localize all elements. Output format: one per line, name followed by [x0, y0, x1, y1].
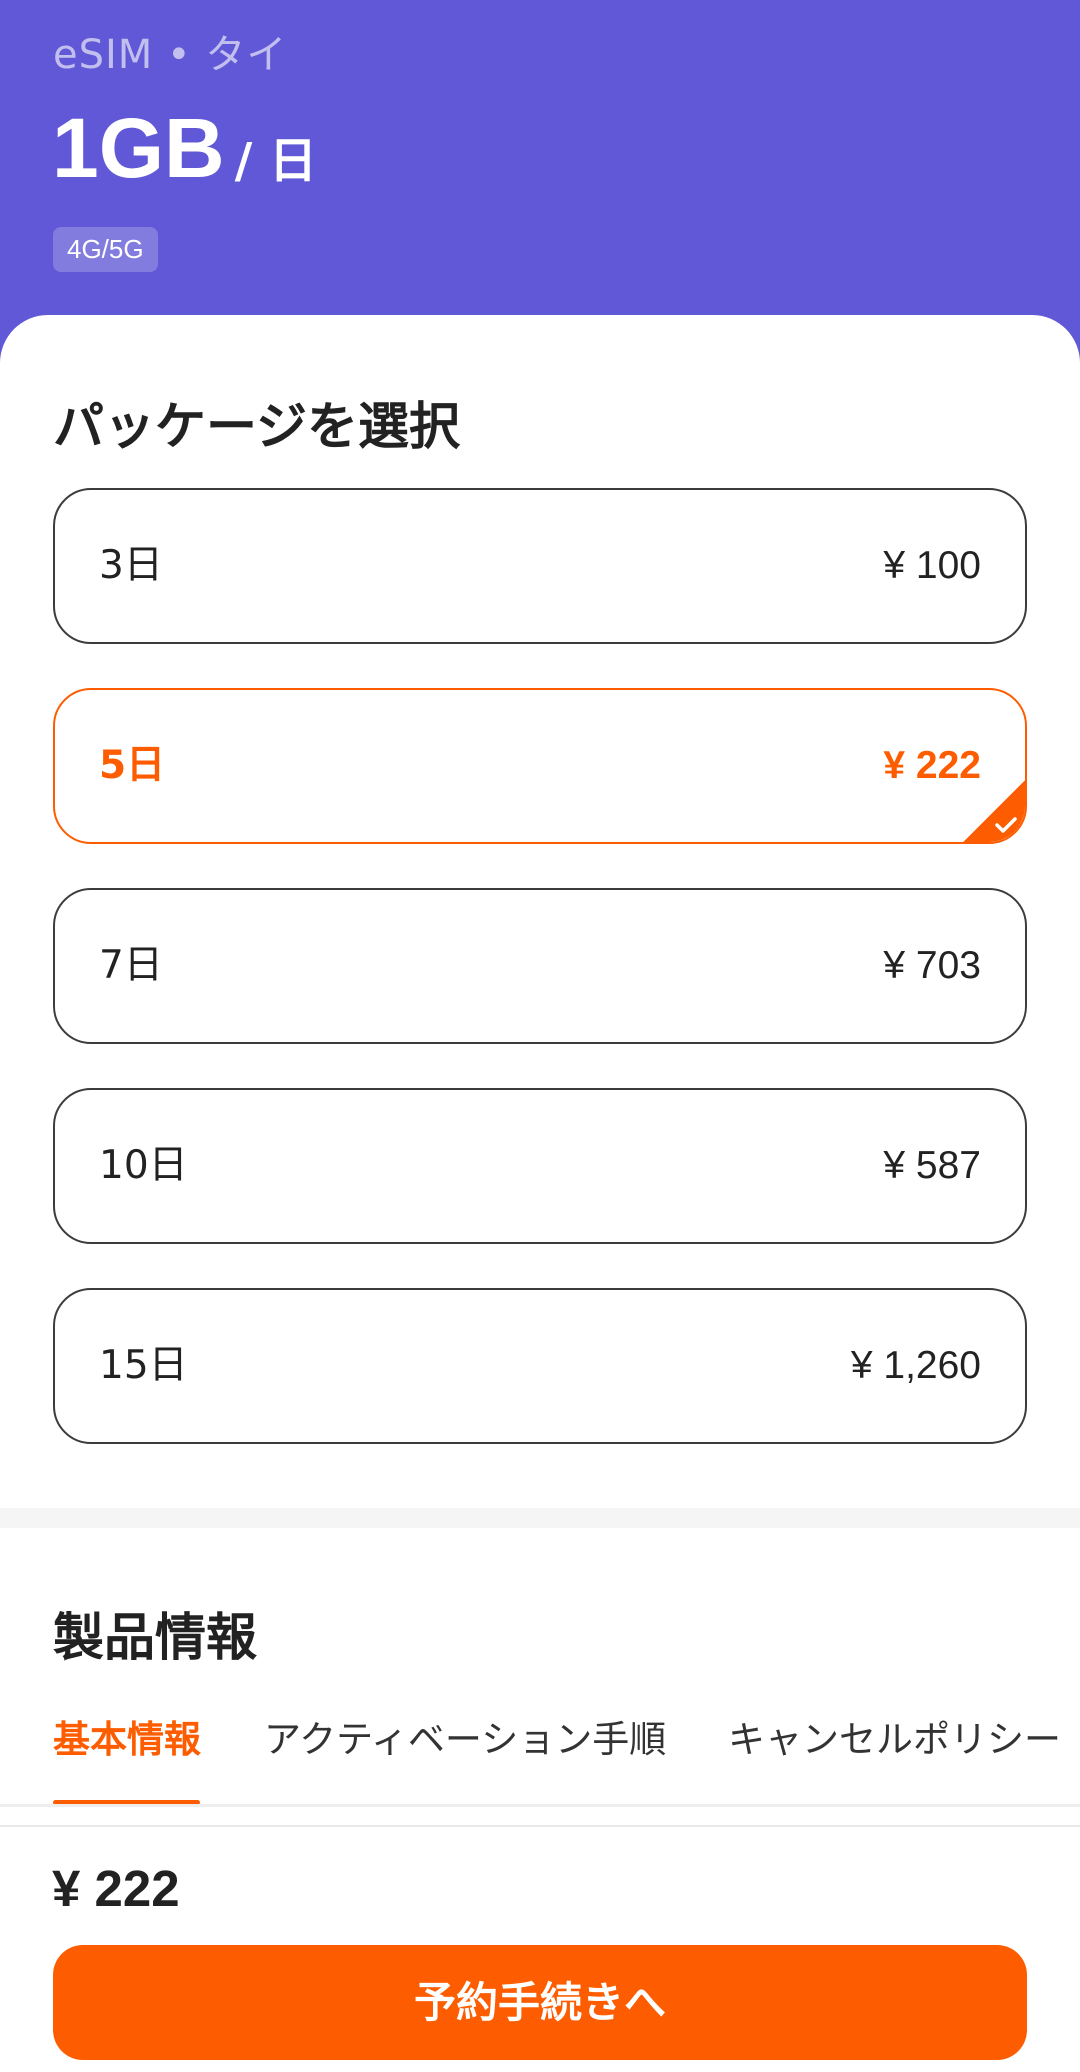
- section-divider: [0, 1508, 1080, 1528]
- data-unit: / 日: [234, 133, 317, 189]
- product-info-tabs: 基本情報 アクティベーション手順 キャンセルポリシー: [0, 1700, 1080, 1805]
- package-section-title: パッケージを選択: [53, 398, 460, 457]
- package-option-3-days[interactable]: 3日 ¥ 100: [53, 488, 1027, 644]
- data-amount: 1GB: [52, 101, 225, 195]
- product-info-title: 製品情報: [53, 1609, 258, 1668]
- network-badge: 4G/5G: [53, 227, 158, 272]
- package-price: ¥ 587: [883, 1144, 981, 1187]
- tab-activation-steps[interactable]: アクティベーション手順: [264, 1700, 666, 1780]
- package-option-5-days[interactable]: 5日 ¥ 222: [53, 688, 1027, 844]
- total-price: ¥ 222: [52, 1860, 180, 1917]
- package-days: 15日: [99, 1343, 188, 1388]
- header-banner: eSIM • タイ 1GB / 日 4G/5G: [0, 0, 1080, 340]
- package-option-7-days[interactable]: 7日 ¥ 703: [53, 888, 1027, 1044]
- product-subtitle: eSIM • タイ: [53, 32, 288, 78]
- package-price: ¥ 100: [883, 544, 981, 587]
- proceed-to-booking-button[interactable]: 予約手続きへ: [53, 1945, 1027, 2060]
- tab-cancellation-policy[interactable]: キャンセルポリシー: [728, 1700, 1061, 1780]
- package-option-15-days[interactable]: 15日 ¥ 1,260: [53, 1288, 1027, 1444]
- content-sheet: パッケージを選択 3日 ¥ 100 5日 ¥ 222 7日 ¥ 703 10日 …: [0, 315, 1080, 2072]
- package-days: 7日: [99, 943, 163, 988]
- package-days: 5日: [99, 743, 166, 788]
- checkout-bar: ¥ 222 予約手続きへ: [0, 1825, 1080, 2072]
- package-price: ¥ 1,260: [850, 1344, 981, 1387]
- tabs-divider: [0, 1804, 1080, 1807]
- package-days: 10日: [99, 1143, 188, 1188]
- selected-check-icon: [963, 780, 1025, 842]
- tab-basic-info[interactable]: 基本情報: [53, 1700, 201, 1780]
- package-days: 3日: [99, 543, 163, 588]
- package-price: ¥ 703: [883, 944, 981, 987]
- data-amount-title: 1GB / 日: [52, 100, 317, 197]
- package-option-10-days[interactable]: 10日 ¥ 587: [53, 1088, 1027, 1244]
